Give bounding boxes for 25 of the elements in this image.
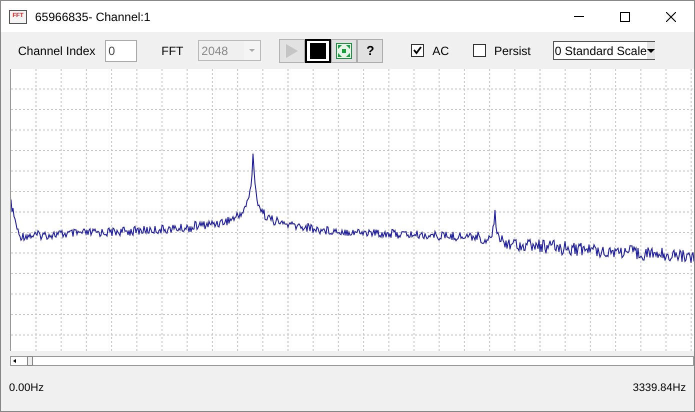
checkbox[interactable]: [473, 44, 486, 57]
checkbox[interactable]: [411, 44, 424, 57]
expand-icon: [336, 42, 352, 58]
stop-button[interactable]: [305, 38, 332, 62]
scroll-left-icon: [11, 357, 19, 365]
channel-index-label: Channel Index: [18, 42, 96, 60]
stop-icon: [310, 42, 326, 58]
checkbox-label: Persist: [494, 42, 531, 60]
caret-icon: [249, 49, 256, 52]
fit-button[interactable]: [331, 38, 358, 62]
minimize-icon: [574, 16, 584, 17]
window-title: 65966835- Channel:1: [35, 8, 150, 26]
fft-label: FFT: [161, 42, 184, 60]
scrollbar[interactable]: [10, 356, 694, 366]
caret-icon: [646, 48, 655, 52]
play-icon: [285, 42, 300, 58]
close-icon: [666, 12, 676, 22]
maximize-icon: [620, 12, 630, 22]
start-frequency: 0.00Hz: [9, 381, 44, 396]
scrollbar-thumb[interactable]: [27, 356, 33, 366]
help-button[interactable]: ?: [357, 38, 384, 62]
end-frequency: 3339.84Hz: [632, 381, 686, 396]
scale-dropdown[interactable]: 0 Standard Scale: [552, 41, 655, 60]
channel-index-field[interactable]: 0: [105, 40, 138, 62]
checkbox-label: AC: [432, 42, 450, 60]
